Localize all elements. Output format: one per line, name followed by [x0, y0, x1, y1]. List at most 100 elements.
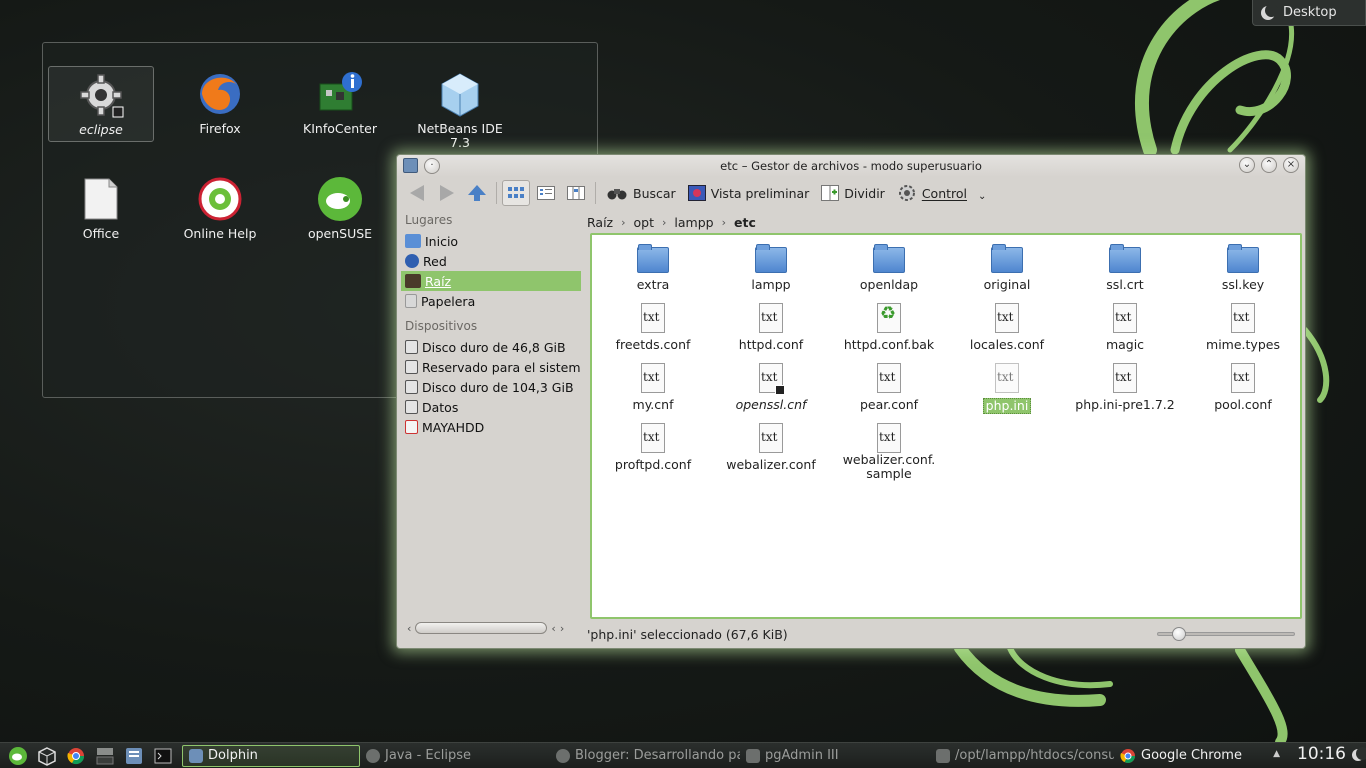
breadcrumb-item-opt[interactable]: opt: [634, 215, 654, 230]
activities-button[interactable]: [36, 746, 58, 766]
preview-button[interactable]: Vista preliminar: [683, 180, 815, 206]
file-item[interactable]: pool.conf: [1184, 363, 1302, 421]
file-item[interactable]: webalizer.conf: [712, 423, 830, 481]
chevron-down-icon: ⌄: [978, 190, 987, 202]
file-item[interactable]: openssl.cnf: [712, 363, 830, 421]
breadcrumb-item-lampp[interactable]: lampp: [674, 215, 713, 230]
virtual-desktops-icon: [96, 747, 114, 764]
text-file-icon: [1227, 303, 1259, 335]
file-item[interactable]: pear.conf: [830, 363, 948, 421]
clock[interactable]: 10:16: [1297, 744, 1346, 764]
root-folder-icon: [405, 274, 421, 288]
places-horizontal-scrollbar[interactable]: ‹ ‹ ›: [401, 621, 581, 635]
zoom-slider[interactable]: [1157, 627, 1295, 641]
places-item-raiz[interactable]: Raíz: [401, 271, 581, 291]
symlink-file-icon: [755, 363, 787, 395]
firefox-icon: [196, 70, 244, 118]
window-titlebar[interactable]: · etc – Gestor de archivos - modo superu…: [397, 155, 1305, 177]
usb-drive-icon: [405, 420, 418, 434]
binoculars-icon: [607, 189, 627, 200]
minimize-button[interactable]: ⌄: [1239, 157, 1255, 173]
file-item-selected[interactable]: php.ini: [948, 363, 1066, 421]
system-tray-expand-icon[interactable]: ▲: [1273, 749, 1280, 759]
task-eclipse[interactable]: Java - Eclipse: [360, 745, 550, 767]
desktop-icon-firefox[interactable]: Firefox: [167, 66, 273, 142]
columns-view-button[interactable]: [562, 180, 590, 206]
task-label: pgAdmin III: [765, 748, 839, 763]
folder-icon: [1109, 243, 1141, 275]
file-item[interactable]: original: [948, 243, 1066, 301]
desktop-icon-eclipse[interactable]: eclipse: [48, 66, 154, 142]
task-terminal[interactable]: /opt/lampp/htdocs/consu: [930, 745, 1114, 767]
device-item[interactable]: Datos: [401, 397, 581, 417]
breadcrumb-item-etc[interactable]: etc: [734, 215, 756, 230]
maximize-button[interactable]: ⌃: [1261, 157, 1277, 173]
task-pgadmin[interactable]: pgAdmin III: [740, 745, 930, 767]
chrome-launcher[interactable]: [65, 746, 87, 766]
device-item[interactable]: Disco duro de 46,8 GiB: [401, 337, 581, 357]
desktop-icon-office[interactable]: Office: [48, 171, 154, 247]
folder-icon: [637, 243, 669, 275]
file-item[interactable]: my.cnf: [594, 363, 712, 421]
places-item-inicio[interactable]: Inicio: [401, 231, 581, 251]
file-item[interactable]: openldap: [830, 243, 948, 301]
file-item[interactable]: proftpd.conf: [594, 423, 712, 481]
desktop-icon-label: Firefox: [199, 121, 241, 136]
application-launcher-button[interactable]: [7, 746, 29, 766]
terminal-launcher[interactable]: [152, 746, 174, 766]
forward-button[interactable]: [433, 180, 461, 206]
file-item[interactable]: httpd.conf.bak: [830, 303, 948, 361]
desktop-activity-button[interactable]: Desktop: [1252, 0, 1366, 26]
file-name: lampp: [751, 277, 791, 292]
panel-toolbox-icon[interactable]: [1352, 747, 1366, 761]
desktop-icon-online-help[interactable]: Online Help: [167, 171, 273, 247]
control-menu-button[interactable]: Control ⌄: [892, 180, 992, 206]
file-item[interactable]: mime.types: [1184, 303, 1302, 361]
scroll-left-icon[interactable]: ‹: [407, 622, 411, 635]
desktop-icon-label: eclipse: [79, 122, 123, 137]
file-item[interactable]: ssl.crt: [1066, 243, 1184, 301]
device-item[interactable]: MAYAHDD: [401, 417, 581, 437]
file-item[interactable]: php.ini-pre1.7.2: [1066, 363, 1184, 421]
scrollbar-handle[interactable]: [415, 622, 548, 634]
file-name: magic: [1105, 337, 1145, 352]
zoom-slider-handle[interactable]: [1172, 627, 1186, 641]
file-item[interactable]: freetds.conf: [594, 303, 712, 361]
file-manager-launcher[interactable]: [123, 746, 145, 766]
task-chrome[interactable]: Google Chrome: [1114, 745, 1254, 767]
split-button[interactable]: Dividir: [816, 180, 890, 206]
details-view-button[interactable]: [532, 180, 560, 206]
folder-icon: [991, 243, 1023, 275]
task-blogger[interactable]: Blogger: Desarrollando pa: [550, 745, 740, 767]
scroll-left-icon[interactable]: ‹: [551, 622, 555, 635]
dolphin-icon: [126, 747, 142, 764]
search-button[interactable]: Buscar: [601, 180, 681, 206]
places-item-red[interactable]: Red: [401, 251, 581, 271]
breadcrumb-item-raiz[interactable]: Raíz: [587, 215, 613, 230]
up-button[interactable]: [463, 180, 491, 206]
desktop-icon-netbeans[interactable]: NetBeans IDE 7.3: [407, 66, 513, 150]
file-item[interactable]: httpd.conf: [712, 303, 830, 361]
grid-view-icon: [508, 187, 524, 198]
desktop-icon-opensuse[interactable]: openSUSE: [287, 171, 393, 247]
back-button[interactable]: [403, 180, 431, 206]
device-item[interactable]: Disco duro de 104,3 GiB: [401, 377, 581, 397]
arrow-right-icon: [440, 185, 454, 201]
pager-button[interactable]: [94, 746, 116, 766]
desktop-icon-kinfocenter[interactable]: KInfoCenter: [287, 66, 393, 142]
file-item[interactable]: extra: [594, 243, 712, 301]
scroll-right-icon[interactable]: ›: [560, 622, 564, 635]
task-dolphin[interactable]: Dolphin: [182, 744, 360, 767]
file-item[interactable]: webalizer.conf.sample: [830, 423, 948, 481]
file-item[interactable]: lampp: [712, 243, 830, 301]
file-item[interactable]: magic: [1066, 303, 1184, 361]
icons-view-button[interactable]: [502, 180, 530, 206]
preview-icon: [687, 185, 706, 201]
places-item-papelera[interactable]: Papelera: [401, 291, 581, 311]
device-item[interactable]: Reservado para el sistema: [401, 357, 581, 377]
file-item[interactable]: ssl.key: [1184, 243, 1302, 301]
file-view[interactable]: extra lampp openldap original ssl.crt ss…: [590, 233, 1302, 619]
close-button[interactable]: ×: [1283, 157, 1299, 173]
chevron-right-icon: ›: [621, 215, 626, 229]
file-item[interactable]: locales.conf: [948, 303, 1066, 361]
